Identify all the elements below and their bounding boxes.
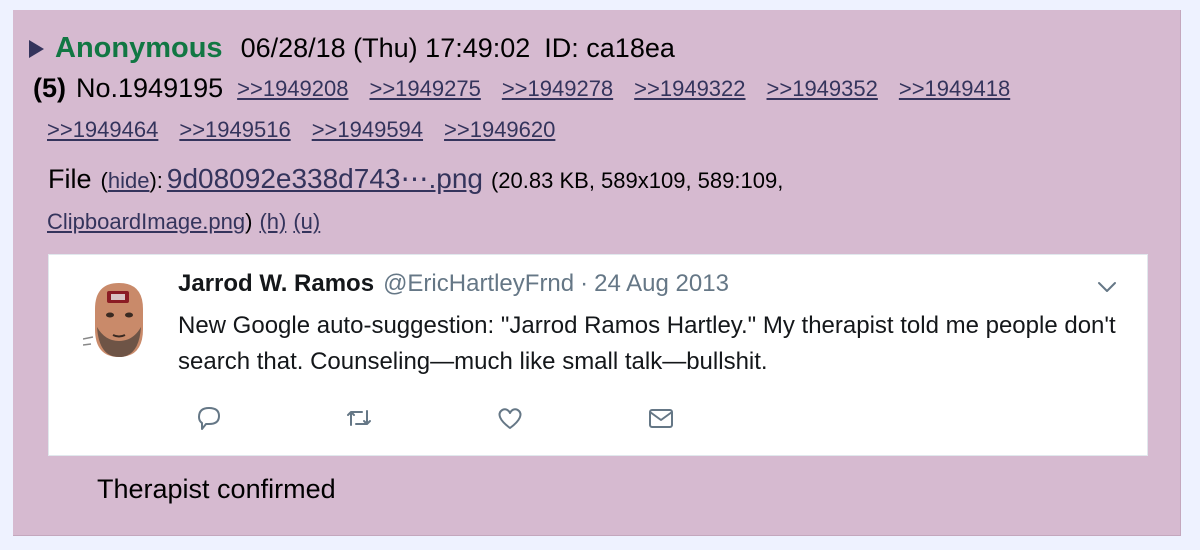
reply-icon <box>198 407 220 430</box>
backlink[interactable]: >>1949516 <box>179 117 290 143</box>
backlink[interactable]: >>1949208 <box>237 76 348 102</box>
post-number[interactable]: No.1949195 <box>76 73 223 104</box>
hide-file-link[interactable]: hide <box>108 168 150 194</box>
retweet-icon <box>347 410 371 426</box>
hide-close-paren: ): <box>149 168 163 193</box>
poster-id: ID: ca18ea <box>544 33 675 63</box>
post-container: Anonymous 06/28/18 (Thu) 17:49:02 ID: ca… <box>13 10 1181 536</box>
like-icon <box>498 408 522 429</box>
original-filename-link[interactable]: ClipboardImage.png <box>47 209 245 235</box>
message-icon <box>649 409 673 428</box>
tweet-date: 24 Aug 2013 <box>594 270 729 297</box>
backlink[interactable]: >>1949278 <box>502 76 613 102</box>
backlink[interactable]: >>1949620 <box>444 117 555 143</box>
tweet-handle: @EricHartleyFrnd <box>383 270 575 297</box>
backlink[interactable]: >>1949352 <box>767 76 878 102</box>
backlink[interactable]: >>1949418 <box>899 76 1010 102</box>
post-date: 06/28/18 (Thu) 17:49:02 <box>240 33 531 63</box>
h-link[interactable]: (h) <box>259 209 286 235</box>
post-header: Anonymous 06/28/18 (Thu) 17:49:02 ID: ca… <box>29 32 689 65</box>
chevron-down-icon <box>1098 282 1116 292</box>
post-number-row: (5) No.1949195 >>1949208 >>1949275 >>194… <box>33 73 1031 104</box>
backlink[interactable]: >>1949322 <box>634 76 745 102</box>
u-link[interactable]: (u) <box>293 209 320 235</box>
file-details: (20.83 KB, 589x109, 589:109, <box>490 168 784 193</box>
file-info-row: File ( hide ): 9d08092e338d743⋯.png (20.… <box>48 162 783 195</box>
backlink[interactable]: >>1949275 <box>369 76 480 102</box>
poster-name: Anonymous <box>55 32 223 64</box>
backlink[interactable]: >>1949464 <box>47 117 158 143</box>
reply-count: (5) <box>33 73 66 103</box>
hide-open-paren: ( <box>100 168 108 193</box>
backlinks-row: >>1949464 >>1949516 >>1949594 >>1949620 <box>47 117 576 143</box>
avatar <box>83 279 153 359</box>
close-paren: ) <box>245 209 253 234</box>
file-label: File <box>48 164 92 194</box>
post-menu-triangle-icon[interactable] <box>29 39 44 58</box>
post-message: Therapist confirmed <box>97 474 336 504</box>
tweet-image[interactable]: Jarrod W. Ramos @EricHartleyFrnd · 24 Au… <box>48 254 1148 456</box>
tweet-separator: · <box>580 270 589 297</box>
tweet-header: Jarrod W. Ramos @EricHartleyFrnd · 24 Au… <box>178 270 729 298</box>
file-name-link[interactable]: 9d08092e338d743⋯.png <box>167 162 483 195</box>
file-original-row: ClipboardImage.png ) (h) (u) <box>47 209 320 235</box>
tweet-author-name: Jarrod W. Ramos <box>178 270 375 297</box>
backlink[interactable]: >>1949594 <box>312 117 423 143</box>
tweet-text: New Google auto-suggestion: "Jarrod Ramo… <box>178 312 1116 375</box>
